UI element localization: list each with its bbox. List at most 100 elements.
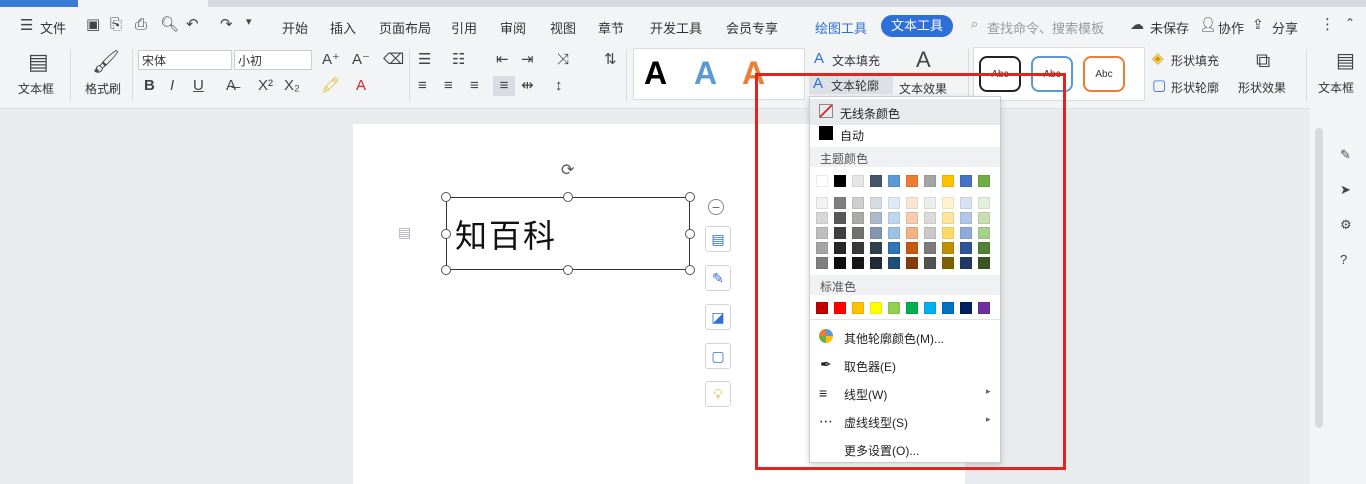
cloud-icon: ☁ [1130, 16, 1144, 32]
numbered-list-icon[interactable]: ☷ [452, 52, 465, 67]
tab-insert[interactable]: 插入 [330, 18, 356, 37]
tab-text-tools[interactable]: 文本工具 [881, 15, 953, 37]
divider [409, 49, 410, 101]
resize-handle[interactable] [563, 192, 573, 202]
resize-handle[interactable] [441, 192, 451, 202]
redo-icon[interactable]: ↷ [220, 17, 233, 32]
edit-icon[interactable]: ✎ [1340, 148, 1351, 161]
share-button[interactable]: 分享 [1272, 18, 1298, 37]
tab-start[interactable]: 开始 [282, 18, 308, 37]
tab-member[interactable]: 会员专享 [726, 18, 778, 37]
text-fill-icon[interactable]: A [814, 51, 824, 66]
more-icon[interactable]: ⋮ [1320, 17, 1335, 32]
unsaved-status[interactable]: 未保存 [1150, 18, 1189, 37]
clear-format-icon[interactable]: ⌫ [383, 52, 404, 67]
textbox-icon[interactable]: ▤ [28, 51, 49, 73]
search-input[interactable]: 查找命令、搜索模板 [987, 18, 1104, 37]
justify-icon[interactable]: ≡ [493, 76, 515, 96]
right-sidebar: ✎ ➤ ⚙ ? [1310, 108, 1366, 484]
textbox-right-button[interactable]: 文本框 [1318, 79, 1354, 96]
user-icon: 👤︎ [1199, 16, 1217, 32]
collaborate-button[interactable]: 协作 [1218, 18, 1244, 37]
subscript-icon[interactable]: X₂ [284, 78, 300, 93]
shape-fill-icon[interactable]: ◈ [1152, 51, 1164, 66]
pen-icon[interactable]: ✎ [705, 265, 731, 291]
italic-icon[interactable]: I [170, 78, 174, 93]
resize-handle[interactable] [685, 229, 695, 239]
highlight-icon[interactable]: 🖍︎ [321, 78, 340, 93]
menu-file[interactable]: 文件 [40, 18, 66, 37]
outline-icon[interactable]: ▢ [705, 343, 731, 369]
tab-reference[interactable]: 引用 [451, 18, 477, 37]
menu-bar: ☰ 文件 ▣ ⎘ ⎙ 🔍︎ ↶ ↷ ▾ 开始 插入 页面布局 引用 审阅 视图 … [0, 7, 1366, 45]
bold-icon[interactable]: B [144, 78, 155, 93]
paragraph-icon[interactable]: ▤ [398, 225, 411, 239]
customize-icon[interactable]: ▾ [246, 17, 252, 28]
align-left-icon[interactable]: ≡ [418, 78, 427, 93]
increase-indent-icon[interactable]: ⇥ [521, 52, 534, 67]
resize-handle[interactable] [685, 265, 695, 275]
shape-fill-button[interactable]: 形状填充 [1171, 52, 1219, 69]
shape-outline-icon[interactable]: ▢ [1152, 78, 1166, 93]
lightbulb-icon[interactable]: 💡︎ [705, 381, 731, 407]
window-tab-active[interactable] [78, 0, 208, 7]
vertical-scrollbar[interactable] [1315, 128, 1323, 428]
text-fill-button[interactable]: 文本填充 [832, 52, 880, 69]
rotate-handle-icon[interactable]: ⟳ [561, 163, 574, 179]
collapse-icon[interactable]: − [708, 199, 724, 215]
shape-effect-button[interactable]: 形状效果 [1238, 79, 1286, 96]
shape-style-orange[interactable]: Abc [1083, 56, 1125, 92]
hamburger-icon[interactable]: ☰ [20, 18, 33, 33]
layout-options-icon[interactable]: ▤ [705, 226, 731, 252]
font-color-icon[interactable]: A [356, 78, 366, 93]
resize-handle[interactable] [685, 192, 695, 202]
resize-handle[interactable] [441, 229, 451, 239]
distribute-icon[interactable]: ⇹ [521, 78, 534, 93]
ribbon-toolbar: ▤ 文本框 🖌︎ 格式刷 宋体 小初 A⁺ A⁻ ⌫ B I U A̶ X² X… [0, 45, 1366, 109]
underline-icon[interactable]: U [193, 78, 204, 93]
wordart-style-blue[interactable]: A [694, 55, 717, 92]
text-box[interactable]: 知百科 [446, 197, 690, 270]
text-effect-big-icon[interactable]: A [916, 49, 931, 71]
textbox-right-icon[interactable]: ▤ [1336, 51, 1355, 71]
divider [626, 49, 627, 101]
tab-chapter[interactable]: 章节 [598, 18, 624, 37]
print-icon[interactable]: ⎙ [135, 17, 147, 32]
format-icon[interactable]: ⎘ [110, 17, 122, 32]
line-spacing-icon[interactable]: ↕ [555, 78, 563, 93]
font-name-select[interactable]: 宋体 [138, 50, 232, 70]
help-icon[interactable]: ? [1340, 253, 1347, 266]
shrink-font-icon[interactable]: A⁻ [352, 52, 370, 67]
collapse-ribbon-icon[interactable]: ⌃ [1345, 17, 1355, 29]
resize-handle[interactable] [563, 265, 573, 275]
text-box-content[interactable]: 知百科 [455, 211, 557, 257]
tab-review[interactable]: 审阅 [500, 18, 526, 37]
preview-icon[interactable]: 🔍︎ [160, 17, 179, 32]
grow-font-icon[interactable]: A⁺ [322, 52, 340, 67]
settings-icon[interactable]: ⚙ [1340, 218, 1352, 231]
fill-bucket-icon[interactable]: ◪ [705, 304, 731, 330]
bullet-list-icon[interactable]: ☰ [418, 52, 431, 67]
font-size-select[interactable]: 小初 [234, 50, 312, 70]
align-right-icon[interactable]: ≡ [470, 78, 479, 93]
shape-effect-icon[interactable]: ⧉ [1256, 51, 1270, 71]
format-painter-icon[interactable]: 🖌︎ [92, 51, 120, 73]
decrease-indent-icon[interactable]: ⇤ [496, 52, 509, 67]
tab-developer[interactable]: 开发工具 [650, 18, 702, 37]
strikethrough-icon[interactable]: A̶ [226, 78, 236, 93]
sort-icon[interactable]: ⇅ [604, 52, 617, 67]
text-direction-icon[interactable]: ⤨ [557, 52, 569, 67]
undo-icon[interactable]: ↶ [186, 17, 199, 32]
save-icon[interactable]: ▣ [86, 17, 100, 32]
cursor-icon[interactable]: ➤ [1340, 183, 1351, 196]
shape-outline-button[interactable]: 形状轮廓 [1171, 79, 1219, 96]
format-painter-label[interactable]: 格式刷 [85, 80, 121, 97]
tab-drawing-tools[interactable]: 绘图工具 [815, 18, 867, 37]
wordart-style-black[interactable]: A [644, 55, 667, 92]
align-center-icon[interactable]: ≡ [444, 78, 453, 93]
tab-page-layout[interactable]: 页面布局 [379, 18, 431, 37]
resize-handle[interactable] [441, 265, 451, 275]
superscript-icon[interactable]: X² [258, 78, 273, 93]
textbox-button-label[interactable]: 文本框 [18, 80, 54, 97]
tab-view[interactable]: 视图 [550, 18, 576, 37]
